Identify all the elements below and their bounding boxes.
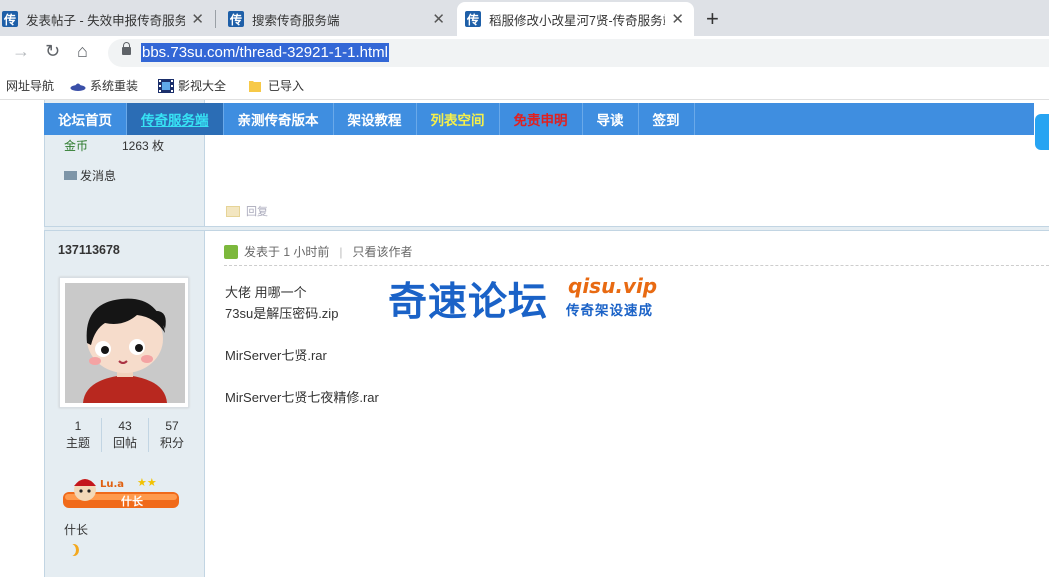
post-meta: 发表于 1 小时前 | 只看该作者 — [224, 243, 412, 260]
nav-home[interactable]: 论坛首页 — [44, 103, 127, 135]
reply-label: 回复 — [246, 206, 268, 218]
stat-topics[interactable]: 1 主题 — [55, 418, 102, 452]
watermark-slogan: 传奇架设速成 — [566, 303, 653, 318]
page-content: 论坛首页 传奇服务端 亲测传奇版本 架设教程 列表空间 免责申明 导读 签到 金… — [0, 100, 1049, 577]
meta-separator: | — [339, 244, 343, 259]
bookmark-system-reinstall[interactable]: 系统重装 — [70, 77, 138, 94]
bookmark-url-nav[interactable]: 网址导航 — [6, 77, 54, 94]
stat-value: 43 — [118, 419, 132, 433]
author-stats: 1 主题 43 回帖 57 积分 — [55, 418, 195, 452]
stat-label: 主题 — [65, 436, 90, 450]
post-line: MirServer七贤.rar — [225, 348, 327, 363]
film-icon — [158, 78, 174, 93]
forward-arrow-icon[interactable]: → — [12, 41, 30, 62]
close-icon[interactable]: ✕ — [671, 10, 684, 28]
forum-nav: 论坛首页 传奇服务端 亲测传奇版本 架设教程 列表空间 免责申明 导读 签到 — [44, 103, 1034, 135]
tab-strip: 传 发表帖子 - 失效申报传奇服务端 ✕ 传 搜索传奇服务端 ✕ 传 稻服修改小… — [0, 0, 1049, 36]
avatar[interactable] — [59, 277, 189, 408]
nav-tutorials[interactable]: 架设教程 — [334, 103, 417, 135]
avatar-image — [65, 283, 185, 403]
tab-search[interactable]: 传 搜索传奇服务端 ✕ — [220, 2, 455, 36]
tab-post-new[interactable]: 传 发表帖子 - 失效申报传奇服务端 ✕ — [0, 2, 214, 36]
send-message-link[interactable]: 发消息 — [64, 167, 116, 184]
bookmarks-bar: 网址导航 系统重装 影视大全 已导入 — [0, 70, 1049, 100]
post-time: 发表于 1 小时前 — [244, 245, 330, 259]
post-line: MirServer七贤七夜精修.rar — [225, 390, 379, 405]
post-divider — [44, 226, 1049, 231]
reply-icon — [226, 205, 240, 217]
reload-icon[interactable]: ↻ — [45, 41, 60, 62]
address-bar[interactable]: bbs.73su.com/thread-32921-1-1.html — [108, 39, 1049, 67]
hat-icon — [70, 78, 86, 93]
lock-icon — [122, 42, 131, 55]
reply-button[interactable]: 回复 — [226, 203, 268, 219]
nav-server[interactable]: 传奇服务端 — [127, 103, 224, 135]
nav-guide[interactable]: 导读 — [583, 103, 639, 135]
tab-divider — [215, 10, 216, 28]
site-favicon-icon: 传 — [228, 11, 244, 27]
stat-value: 57 — [165, 419, 179, 433]
author-only-link[interactable]: 只看该作者 — [352, 243, 412, 260]
bookmark-label: 网址导航 — [6, 79, 55, 93]
close-icon[interactable]: ✕ — [432, 10, 445, 28]
moon-icon — [66, 544, 76, 556]
meta-divider — [224, 265, 1049, 266]
online-user-icon — [224, 244, 238, 259]
nav-list-space[interactable]: 列表空间 — [417, 103, 500, 135]
coins-label: 金币 — [64, 139, 89, 153]
browser-toolbar: → ↻ ⌂ bbs.73su.com/thread-32921-1-1.html — [0, 36, 1049, 70]
nav-checkin[interactable]: 签到 — [639, 103, 695, 135]
bookmark-video[interactable]: 影视大全 — [158, 77, 226, 94]
stat-points[interactable]: 57 积分 — [149, 418, 195, 452]
rank-badge-label: 什长 — [121, 496, 143, 508]
watermark-title: 奇速论坛 — [388, 280, 549, 325]
tab-title: 发表帖子 - 失效申报传奇服务端 — [26, 13, 186, 28]
send-message-label: 发消息 — [80, 169, 117, 183]
stat-label: 回帖 — [112, 436, 137, 450]
new-tab-plus-icon[interactable]: + — [706, 6, 719, 32]
folder-icon — [248, 79, 262, 93]
site-favicon-icon: 传 — [2, 11, 18, 27]
stat-value: 1 — [74, 419, 82, 433]
rank-name: 什长 — [64, 523, 89, 537]
svg-text:Lu.a: Lu.a — [100, 479, 124, 490]
home-icon[interactable]: ⌂ — [77, 41, 88, 62]
url-text[interactable]: bbs.73su.com/thread-32921-1-1.html — [141, 43, 389, 62]
tab-title: 搜索传奇服务端 — [252, 13, 340, 28]
post-line: 大佬 用哪一个 — [225, 285, 307, 300]
close-icon[interactable]: ✕ — [191, 10, 204, 28]
envelope-icon — [64, 171, 77, 180]
bookmark-imported[interactable]: 已导入 — [248, 77, 304, 94]
stat-label: 积分 — [159, 436, 184, 450]
site-favicon-icon: 传 — [465, 11, 481, 27]
tab-thread-active[interactable]: 传 稻服修改小改星河7贤-传奇服务端 ✕ — [457, 2, 694, 36]
floating-side-tab[interactable] — [1035, 114, 1049, 150]
post-line: 73su是解压密码.zip — [225, 306, 339, 321]
coins-value: 1263 枚 — [122, 139, 165, 153]
nav-disclaimer[interactable]: 免责申明 — [500, 103, 583, 135]
author-name[interactable]: 137113678 — [58, 243, 120, 257]
stat-replies[interactable]: 43 回帖 — [102, 418, 149, 452]
watermark-domain: qisu.vip — [568, 274, 658, 298]
bookmark-label: 已导入 — [268, 79, 305, 93]
rank-badge-icon: Lu.a ★★ 什长 — [63, 474, 179, 512]
bookmark-label: 影视大全 — [178, 79, 227, 93]
bookmark-label: 系统重装 — [90, 79, 139, 93]
svg-text:★★: ★★ — [137, 476, 157, 489]
nav-tested-versions[interactable]: 亲测传奇版本 — [224, 103, 334, 135]
tab-title: 稻服修改小改星河7贤-传奇服务端 — [489, 13, 666, 28]
